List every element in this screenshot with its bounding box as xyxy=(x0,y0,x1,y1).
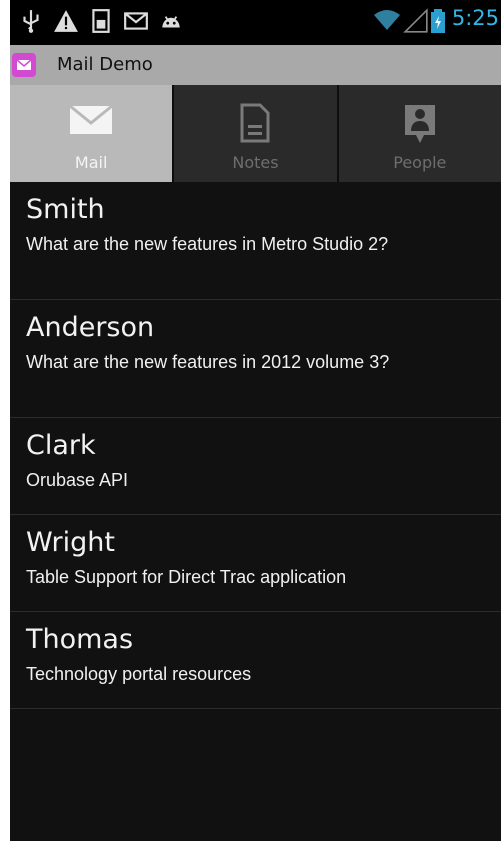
wifi-icon xyxy=(374,10,400,30)
mail-list-item[interactable]: Smith What are the new features in Metro… xyxy=(10,182,501,300)
sd-card-icon xyxy=(92,9,110,33)
clock-time: 5:25 xyxy=(451,6,499,30)
mail-list: Smith What are the new features in Metro… xyxy=(10,182,501,709)
usb-icon xyxy=(23,10,39,33)
mail-list-item[interactable]: Anderson What are the new features in 20… xyxy=(10,300,501,418)
mail-sender: Anderson xyxy=(26,312,155,343)
mail-subject: Orubase API xyxy=(26,470,129,490)
gmail-icon xyxy=(124,12,148,30)
status-bar: 5:25 xyxy=(10,0,501,45)
tab-mail[interactable]: Mail xyxy=(10,85,175,182)
mail-sender: Smith xyxy=(26,194,105,225)
note-icon xyxy=(240,103,270,143)
app-title: Mail Demo xyxy=(57,54,153,75)
tab-notes-label: Notes xyxy=(232,153,279,172)
mail-sender: Wright xyxy=(26,527,115,558)
signal-icon xyxy=(403,8,428,33)
tab-people-label: People xyxy=(393,153,447,172)
tab-bar: Mail Notes People xyxy=(10,85,501,182)
tab-notes[interactable]: Notes xyxy=(174,85,339,182)
phone-screen: 5:25 Mail Demo Mail Notes People Smith W… xyxy=(10,0,501,841)
mail-subject: Table Support for Direct Trac applicatio… xyxy=(26,567,347,587)
android-icon xyxy=(162,16,180,28)
envelope-icon xyxy=(16,59,32,70)
mail-list-item[interactable]: Wright Table Support for Direct Trac app… xyxy=(10,515,501,612)
tab-mail-label: Mail xyxy=(74,153,108,172)
mail-subject: Technology portal resources xyxy=(26,664,252,684)
battery-icon xyxy=(431,9,445,33)
tab-people[interactable]: People xyxy=(338,85,501,182)
mail-app-icon xyxy=(12,53,36,77)
mail-sender: Clark xyxy=(26,430,96,461)
mail-icon xyxy=(69,104,114,134)
mail-subject: What are the new features in 2012 volume… xyxy=(26,352,390,372)
contact-icon xyxy=(404,105,435,143)
mail-subject: What are the new features in Metro Studi… xyxy=(26,234,389,254)
mail-list-item[interactable]: Thomas Technology portal resources xyxy=(10,612,501,709)
warning-icon xyxy=(54,10,78,32)
app-title-bar: Mail Demo xyxy=(10,45,501,85)
mail-sender: Thomas xyxy=(26,624,134,655)
mail-list-item[interactable]: Clark Orubase API xyxy=(10,418,501,515)
